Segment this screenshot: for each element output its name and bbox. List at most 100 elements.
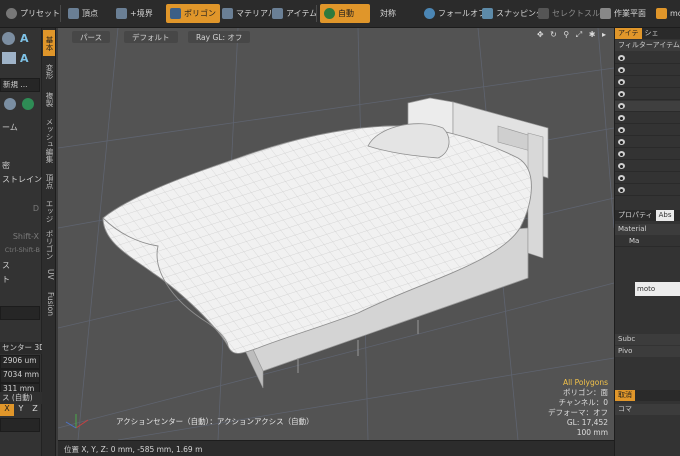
viewport-nav-icons[interactable]: ✥ ↻ ⚲ ⤢ ✱ ▸ [537, 30, 608, 40]
preset-button[interactable]: プリセット [2, 4, 64, 23]
shortcut-shift-x: Shift-X [12, 232, 39, 241]
preset-icon [6, 8, 17, 19]
text-tool-icon[interactable]: A [20, 32, 34, 45]
item-row[interactable] [615, 185, 680, 196]
eye-icon[interactable] [618, 103, 625, 109]
auto-action-button[interactable]: 自動 [320, 4, 370, 23]
status-bar: 位置 X, Y, Z: 0 mm, -585 mm, 1.69 m [58, 440, 614, 456]
tab-undo[interactable]: 取消 [615, 390, 635, 401]
toolbar-divider [316, 5, 317, 22]
eye-icon[interactable] [618, 163, 625, 169]
y-position-field[interactable]: 7034 mm [0, 369, 40, 383]
plane-tool-icon[interactable] [2, 52, 16, 64]
item-row[interactable] [615, 125, 680, 136]
abs-field[interactable]: Abs [655, 210, 675, 221]
tab-fusion[interactable]: Fusion [43, 286, 55, 322]
tab-properties[interactable]: プロパティ [615, 210, 656, 221]
tab-basic[interactable]: 基本 [43, 30, 55, 56]
tab-item-list[interactable]: アイテ [615, 28, 642, 39]
axis-y-button[interactable]: Y [14, 404, 28, 416]
axis-dropdown[interactable] [0, 418, 40, 432]
item-row[interactable] [615, 149, 680, 160]
eye-icon[interactable] [618, 139, 625, 145]
item-row[interactable] [615, 173, 680, 184]
axis-z-button[interactable]: Z [28, 404, 42, 416]
item-option[interactable]: ーム [0, 122, 42, 136]
view-perspective-tab[interactable]: パース [72, 31, 111, 43]
eye-icon[interactable] [618, 151, 625, 157]
material-row[interactable]: Ma [615, 236, 680, 247]
hud-deformer: デフォーマ：オフ [548, 408, 608, 417]
eye-icon[interactable] [618, 91, 625, 97]
item-row[interactable] [615, 89, 680, 100]
work-plane-button[interactable]: 作業平面 [596, 4, 650, 23]
tab-duplicate[interactable]: 複製 [43, 86, 55, 112]
main-toolbar: プリセット 頂点 +境界 ポリゴン マテリアル アイテム 自動 対称 フォールオ… [0, 0, 680, 28]
boundary-mode-button[interactable]: +境界 [112, 4, 157, 23]
eye-icon[interactable] [618, 175, 625, 181]
view-shading-tab[interactable]: デフォルト [124, 31, 178, 43]
subdiv-row[interactable]: Subc [615, 334, 680, 345]
vertex-mode-button[interactable]: 頂点 [64, 4, 102, 23]
eye-icon[interactable] [618, 79, 625, 85]
constraint-option[interactable]: ストレイント [0, 174, 42, 188]
item-row[interactable] [615, 113, 680, 124]
tab-edge[interactable]: エッジ [43, 196, 55, 226]
action-center-header: センター 3D [0, 342, 42, 354]
eye-icon[interactable] [618, 55, 625, 61]
viewport-info-hud: All Polygons ポリゴン：面 チャンネル：0 デフォーマ：オフ GL:… [548, 378, 608, 438]
polygon-mode-button[interactable]: ポリゴン [166, 4, 220, 23]
toolbar-divider [60, 5, 61, 22]
hud-all-polygons: All Polygons [562, 378, 608, 387]
mo-icon [656, 8, 667, 19]
viewport-scene [58, 28, 614, 440]
item-row[interactable] [615, 53, 680, 64]
item-mode-button[interactable]: アイテム [268, 4, 321, 23]
axis-header: ス (自動) [0, 392, 42, 404]
eye-icon[interactable] [618, 127, 625, 133]
moto-field[interactable]: moto [635, 282, 680, 296]
tab-deform[interactable]: 変形 [43, 58, 55, 84]
shortcut-ctrl-shift-b: Ctrl-Shift-B [4, 246, 40, 254]
sphere-tool-icon[interactable] [2, 32, 15, 45]
boundary-icon [116, 8, 127, 19]
axis-x-button[interactable]: X [0, 404, 14, 416]
mesh-tool-icon[interactable] [4, 98, 16, 110]
x-position-field[interactable]: 2906 um [0, 355, 40, 369]
tab-polygon[interactable]: ポリゴン [43, 228, 55, 262]
material-header: Material [615, 224, 680, 235]
new-dropdown[interactable]: 新規 ... [0, 78, 40, 92]
text-tool-icon-2[interactable]: A [20, 52, 34, 65]
tool-option-su[interactable]: ス [0, 260, 42, 274]
tab-vertex[interactable]: 頂点 [43, 168, 55, 194]
item-row[interactable] [615, 161, 680, 172]
symmetry-button[interactable]: 対称 [376, 4, 400, 23]
globe-tool-icon[interactable] [22, 98, 34, 110]
item-row[interactable] [615, 137, 680, 148]
item-row[interactable] [615, 65, 680, 76]
hud-gl: GL: 17,452 [566, 418, 608, 427]
density-option[interactable]: 密 [0, 160, 42, 174]
material-icon [222, 8, 233, 19]
eye-icon[interactable] [618, 187, 625, 193]
mo-button[interactable]: mo [652, 4, 680, 23]
pivot-row[interactable]: Pivo [615, 346, 680, 357]
eye-icon[interactable] [618, 67, 625, 73]
tab-shader[interactable]: シェ [642, 28, 662, 39]
tool-option-to[interactable]: ト [0, 274, 42, 288]
preset-dropdown[interactable] [0, 306, 40, 320]
vertex-icon [68, 8, 79, 19]
item-icon [272, 8, 283, 19]
blanket-wireframe [103, 125, 532, 354]
tab-uv[interactable]: UV [43, 264, 55, 284]
item-row[interactable] [615, 77, 680, 88]
properties-tabbar: プロパティ Abs [615, 210, 680, 221]
eye-icon[interactable] [618, 115, 625, 121]
item-row-selected[interactable] [615, 101, 680, 112]
snap-icon [482, 8, 493, 19]
auto-icon [324, 8, 335, 19]
filter-items[interactable]: フィルターアイテム [615, 40, 680, 51]
tab-mesh-edit[interactable]: メッシュ編集 [43, 114, 55, 166]
view-raygl-tab[interactable]: Ray GL: オフ [188, 31, 251, 43]
3d-viewport[interactable]: パース デフォルト Ray GL: オフ ✥ ↻ ⚲ ⤢ ✱ ▸ All Pol… [58, 28, 614, 440]
